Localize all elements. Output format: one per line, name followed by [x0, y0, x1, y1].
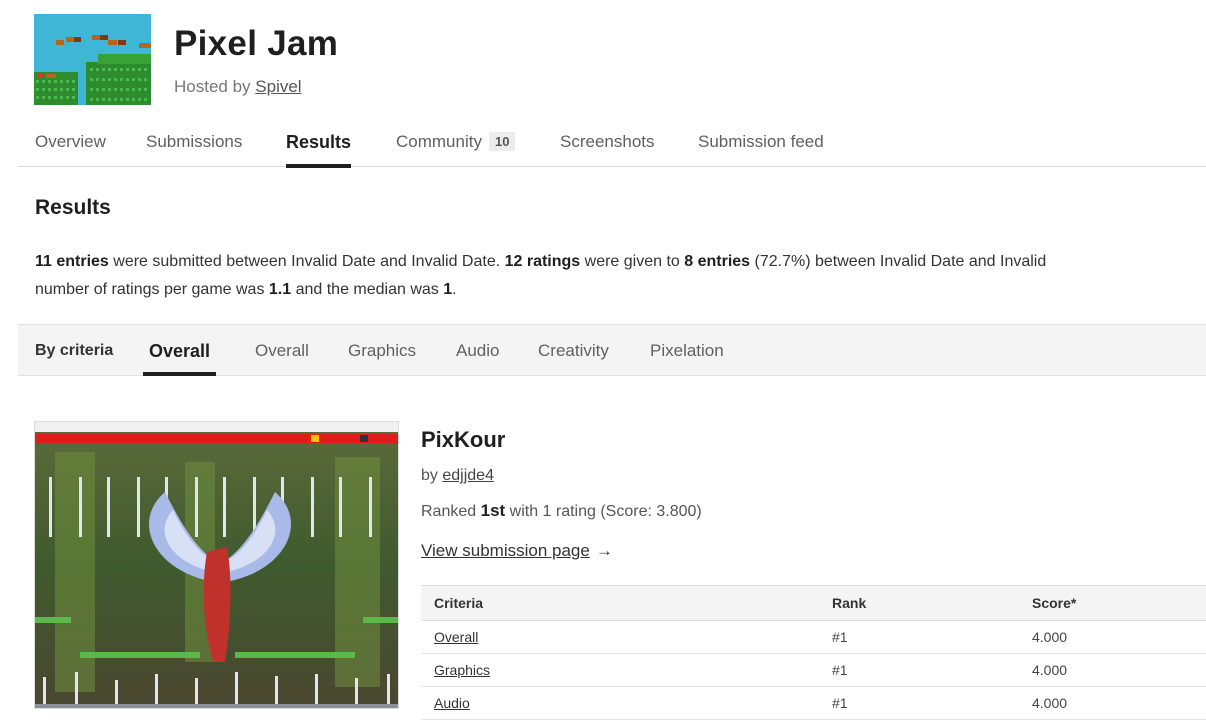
- ratings-count: 12 ratings: [504, 253, 581, 270]
- summary-text: number of ratings per game was: [35, 281, 269, 298]
- tab-screenshots[interactable]: Screenshots: [560, 132, 655, 152]
- criteria-tab-audio[interactable]: Audio: [456, 341, 499, 361]
- summary-line-1: 11 entries were submitted between Invali…: [35, 248, 1206, 276]
- active-criteria-indicator: [143, 372, 217, 376]
- entry-author-line: by edjjde4: [421, 467, 494, 485]
- jam-tab-bar: Overview Submissions Results Community 10…: [18, 118, 1206, 168]
- criteria-tab-overall-active[interactable]: Overall: [143, 341, 217, 376]
- tab-label: Submission feed: [698, 132, 824, 151]
- score-cell: 4.000: [1019, 653, 1206, 687]
- criteria-tab-creativity[interactable]: Creativity: [538, 341, 609, 361]
- jam-thumbnail-art: [34, 14, 151, 105]
- column-header-score: Score*: [1019, 585, 1206, 621]
- results-heading: Results: [35, 196, 111, 219]
- entry-screenshot-art: [35, 422, 398, 708]
- entry-screenshot[interactable]: [34, 421, 399, 709]
- tab-label: Screenshots: [560, 132, 655, 151]
- rank-cell: #1: [819, 653, 1019, 687]
- tab-label: Submissions: [146, 132, 243, 151]
- table-header-row: Criteria Rank Score*: [421, 585, 1206, 621]
- tab-label: Overview: [35, 132, 106, 151]
- entry-author-link[interactable]: edjjde4: [442, 467, 494, 484]
- summary-text: (72.7%) between Invalid Date and Invalid: [750, 253, 1047, 270]
- criteria-tab-overall[interactable]: Overall: [255, 341, 309, 361]
- summary-text: were given to: [580, 253, 685, 270]
- tab-community[interactable]: Community 10: [396, 132, 516, 152]
- criteria-tab-label: Overall: [149, 341, 211, 361]
- entry-title[interactable]: PixKour: [421, 427, 505, 453]
- tab-submissions[interactable]: Submissions: [146, 132, 242, 152]
- view-submission-label: View submission page: [421, 541, 590, 560]
- entries-count: 11 entries: [35, 253, 109, 270]
- hosted-by-prefix: Hosted by: [174, 77, 251, 96]
- rank-suffix: with 1 rating (Score: 3.800): [509, 503, 702, 520]
- summary-line-2: number of ratings per game was 1.1 and t…: [35, 276, 1206, 304]
- jam-thumbnail[interactable]: [34, 14, 151, 105]
- rank-cell: #1: [819, 620, 1019, 654]
- criteria-filter-bar: By criteria Overall Overall Graphics Aud…: [18, 324, 1206, 376]
- summary-text: and the median was: [291, 281, 444, 298]
- hosted-by: Hosted by Spivel: [174, 77, 302, 97]
- rank-cell: #1: [819, 686, 1019, 720]
- table-row: Audio #1 4.000: [421, 686, 1206, 720]
- rated-entries-count: 8 entries: [684, 253, 751, 270]
- summary-text: were submitted between Invalid Date and …: [108, 253, 505, 270]
- criteria-link-graphics[interactable]: Graphics: [434, 662, 490, 678]
- summary-text: .: [452, 281, 457, 298]
- tab-overview[interactable]: Overview: [35, 132, 106, 152]
- criteria-cell: Graphics: [421, 653, 819, 687]
- criteria-tab-pixelation[interactable]: Pixelation: [650, 341, 724, 361]
- criteria-tab-graphics[interactable]: Graphics: [348, 341, 416, 361]
- criteria-tab-label: Pixelation: [650, 341, 724, 360]
- criteria-cell: Overall: [421, 620, 819, 654]
- active-tab-indicator: [286, 164, 352, 168]
- host-link[interactable]: Spivel: [255, 77, 301, 96]
- entry-by-prefix: by: [421, 467, 438, 484]
- score-cell: 4.000: [1019, 686, 1206, 720]
- criteria-tab-label: Creativity: [538, 341, 609, 360]
- criteria-tab-label: Graphics: [348, 341, 417, 360]
- tab-results[interactable]: Results: [286, 132, 352, 168]
- tab-label: Results: [286, 132, 352, 152]
- results-summary: 11 entries were submitted between Invali…: [35, 248, 1206, 304]
- tab-label: Community: [396, 132, 482, 151]
- community-count-badge: 10: [488, 132, 516, 151]
- criteria-cell: Audio: [421, 686, 819, 720]
- arrow-right-icon: →: [595, 541, 613, 560]
- criteria-link-overall[interactable]: Overall: [434, 629, 478, 645]
- view-submission-link[interactable]: View submission page →: [421, 541, 613, 561]
- score-cell: 4.000: [1019, 620, 1206, 654]
- jam-title: Pixel Jam: [174, 24, 339, 63]
- rank-value: 1st: [480, 501, 506, 520]
- criteria-link-audio[interactable]: Audio: [434, 695, 470, 711]
- criteria-tab-label: Audio: [456, 341, 500, 360]
- criteria-results-table: Criteria Rank Score* Overall #1 4.000 Gr…: [421, 585, 1206, 720]
- table-row: Overall #1 4.000: [421, 620, 1206, 654]
- column-header-rank: Rank: [819, 585, 1019, 621]
- table-row: Graphics #1 4.000: [421, 653, 1206, 687]
- rank-prefix: Ranked: [421, 503, 477, 520]
- tab-submission-feed[interactable]: Submission feed: [698, 132, 824, 152]
- column-header-criteria: Criteria: [421, 585, 819, 621]
- criteria-bar-label: By criteria: [35, 342, 114, 359]
- mean-ratings: 1.1: [268, 281, 292, 298]
- criteria-tab-label: Overall: [255, 341, 309, 360]
- entry-rank-line: Ranked 1st with 1 rating (Score: 3.800): [421, 501, 702, 521]
- median-ratings: 1: [443, 281, 453, 298]
